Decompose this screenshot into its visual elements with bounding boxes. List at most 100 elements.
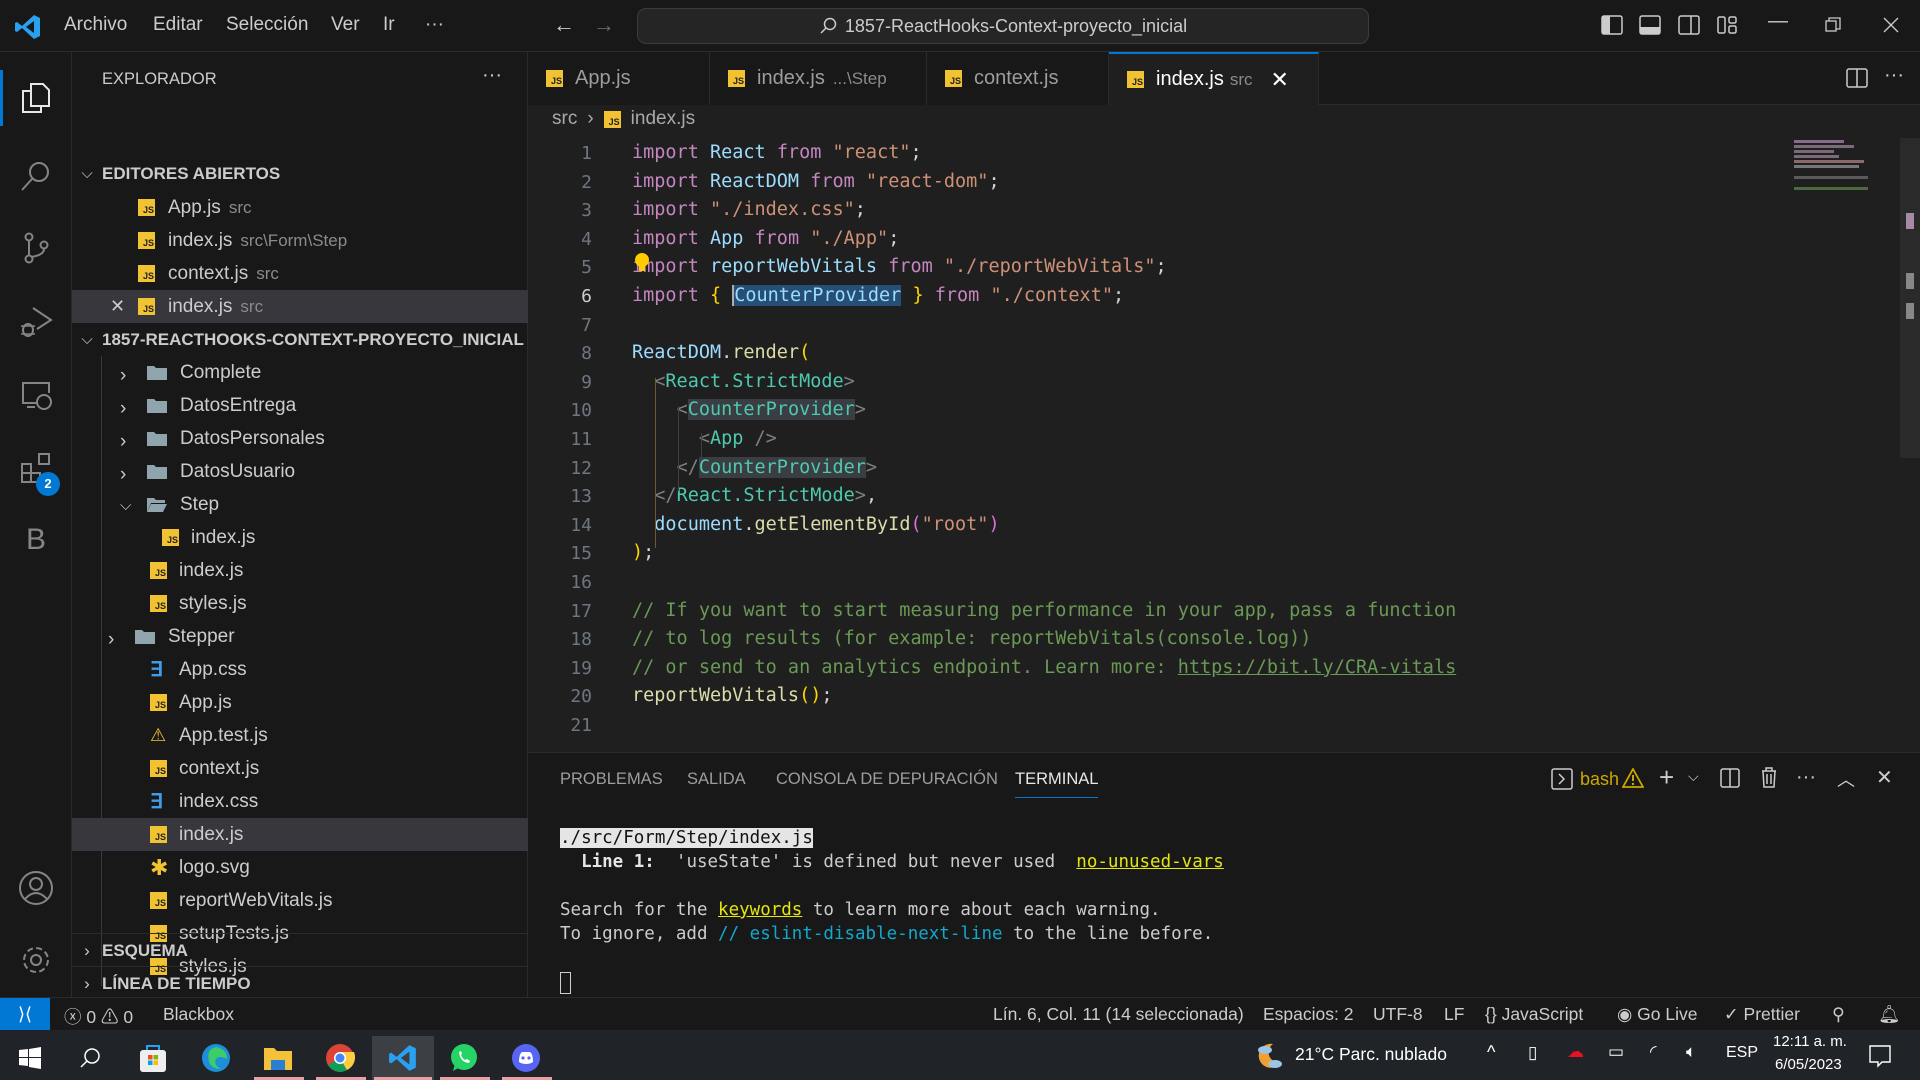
close-tab-icon[interactable]: ✕ <box>1270 67 1288 93</box>
activity-explorer[interactable] <box>0 62 72 134</box>
activity-source-control[interactable] <box>0 212 72 284</box>
notifications-bell-icon[interactable]: 🔔︎ <box>1878 1004 1900 1025</box>
panel-tab-debug-console[interactable]: CONSOLA DE DEPURACIÓN <box>776 770 998 789</box>
menu-ver[interactable]: Ver <box>331 14 360 36</box>
tree-item[interactable]: ∃ App.css <box>72 653 528 686</box>
split-terminal-icon[interactable] <box>1720 768 1740 788</box>
open-editor-item[interactable]: JS index.js src\Form\Step <box>72 224 528 257</box>
prettier[interactable]: ✓ Prettier <box>1724 1004 1800 1025</box>
breadcrumb-folder[interactable]: src <box>552 108 577 130</box>
vertical-scrollbar[interactable] <box>1900 138 1920 458</box>
menu-ir[interactable]: Ir <box>383 14 395 36</box>
code-line[interactable]: // to log results (for example: reportWe… <box>632 628 1311 649</box>
battery-icon[interactable]: ▭ <box>1608 1042 1624 1062</box>
panel-tab-problems[interactable]: PROBLEMAS <box>560 770 663 789</box>
maximize-panel-icon[interactable]: ︿ <box>1837 766 1855 792</box>
explorer-more-button[interactable]: ··· <box>482 64 502 87</box>
customize-layout-icon[interactable] <box>1716 14 1740 36</box>
code-line[interactable]: ReactDOM.render( <box>632 342 810 363</box>
tab-context-js[interactable]: JS context.js <box>927 52 1109 105</box>
open-editor-item[interactable]: JS context.js src <box>72 257 528 290</box>
trash-icon[interactable] <box>1760 766 1778 788</box>
tree-item[interactable]: › Complete <box>72 356 528 389</box>
problems-indicator[interactable]: ⓧ 0 ⚠ 0 <box>64 1004 133 1029</box>
taskbar-whatsapp[interactable] <box>436 1036 492 1080</box>
terminal-shell-name[interactable]: bash <box>1580 769 1619 790</box>
toggle-primary-sidebar-icon[interactable] <box>1600 14 1624 36</box>
tree-item[interactable]: ⚠ App.test.js <box>72 719 528 752</box>
tree-item[interactable]: JS reportWebVitals.js <box>72 884 528 917</box>
clock-time[interactable]: 12:11 a. m. <box>1773 1033 1847 1050</box>
terminal-output[interactable]: ./src/Form/Step/index.js <box>560 828 813 848</box>
editor-more-button[interactable]: ··· <box>1884 64 1904 87</box>
end-of-line[interactable]: LF <box>1444 1004 1464 1025</box>
blackbox-status[interactable]: Blackbox <box>163 1004 234 1025</box>
tab-app-js[interactable]: JS App.js <box>528 52 710 105</box>
tree-item[interactable]: ✱ logo.svg <box>72 851 528 884</box>
tree-item[interactable]: › DatosEntrega <box>72 389 528 422</box>
tab-src-index-js[interactable]: JS index.js src ✕ <box>1109 52 1319 105</box>
new-terminal-icon[interactable]: + <box>1659 762 1674 793</box>
feedback-icon[interactable]: ⚲ <box>1832 1004 1845 1025</box>
code-line[interactable]: import ReactDOM from "react-dom"; <box>632 171 1000 192</box>
input-language[interactable]: ESP <box>1726 1044 1758 1062</box>
activity-extensions[interactable]: 2 <box>0 432 72 504</box>
tree-item[interactable]: › DatosPersonales <box>72 422 528 455</box>
close-window-icon[interactable] <box>1883 17 1899 33</box>
close-icon[interactable]: ✕ <box>110 296 138 317</box>
code-line[interactable]: reportWebVitals(); <box>632 685 833 706</box>
meet-now-icon[interactable]: ▯ <box>1528 1043 1537 1063</box>
outline-section[interactable]: › ESQUEMA <box>72 934 528 967</box>
activity-accounts[interactable] <box>0 852 72 924</box>
code-line[interactable]: </React.StrictMode>, <box>632 485 877 506</box>
minimize-icon[interactable]: — <box>1768 10 1788 33</box>
activity-search[interactable] <box>0 140 72 212</box>
close-panel-icon[interactable]: ✕ <box>1876 765 1893 790</box>
tree-item[interactable]: ⌵ Step <box>72 488 528 521</box>
open-editors-header[interactable]: ⌵ EDITORES ABIERTOS <box>72 157 528 190</box>
code-line[interactable]: // If you want to start measuring perfor… <box>632 600 1456 621</box>
notification-center-icon[interactable] <box>1868 1044 1892 1068</box>
taskbar-discord[interactable] <box>498 1036 554 1080</box>
activity-blackbox[interactable]: B <box>0 504 72 576</box>
cursor-position[interactable]: Lín. 6, Col. 11 (14 seleccionada) <box>993 1004 1244 1025</box>
menu-more[interactable]: ··· <box>425 14 444 36</box>
onedrive-error-icon[interactable]: ☁︎ <box>1567 1042 1584 1062</box>
language-mode[interactable]: {} JavaScript <box>1485 1004 1583 1025</box>
taskbar-file-explorer[interactable] <box>250 1036 306 1080</box>
toggle-secondary-sidebar-icon[interactable] <box>1677 14 1701 36</box>
code-line[interactable]: ); <box>632 542 654 563</box>
code-line[interactable]: import React from "react"; <box>632 142 922 163</box>
panel-tab-terminal[interactable]: TERMINAL <box>1015 770 1099 798</box>
go-live[interactable]: ◉ Go Live <box>1617 1004 1697 1025</box>
project-header[interactable]: ⌵ 1857-REACTHOOKS-CONTEXT-PROYECTO_INICI… <box>72 323 528 356</box>
lightbulb-icon[interactable] <box>634 252 650 274</box>
tree-item[interactable]: › Stepper <box>72 620 528 653</box>
tab-step-index-js[interactable]: JS index.js ...\Step <box>710 52 927 105</box>
weather-text[interactable]: 21°C Parc. nublado <box>1295 1044 1447 1065</box>
indentation[interactable]: Espacios: 2 <box>1263 1004 1353 1025</box>
timeline-section[interactable]: › LÍNEA DE TIEMPO <box>72 967 528 1000</box>
remote-indicator[interactable]: ⟩⟨ <box>0 998 50 1031</box>
activity-run-debug[interactable] <box>0 285 72 357</box>
breadcrumb-file[interactable]: index.js <box>631 108 695 130</box>
code-line[interactable]: import { CounterProvider } from "./conte… <box>632 285 1124 306</box>
encoding[interactable]: UTF-8 <box>1373 1004 1423 1025</box>
terminal-rule-link[interactable]: no-unused-vars <box>1076 852 1224 872</box>
chevron-down-icon[interactable]: ⌵ <box>1688 768 1699 785</box>
code-line[interactable]: import App from "./App"; <box>632 228 899 249</box>
open-editor-item[interactable]: JS App.js src <box>72 191 528 224</box>
menu-editar[interactable]: Editar <box>153 14 203 36</box>
code-line[interactable]: <CounterProvider> <box>632 399 866 421</box>
code-line[interactable]: <React.StrictMode> <box>632 371 855 392</box>
menu-seleccion[interactable]: Selección <box>226 14 308 36</box>
panel-more-button[interactable]: ··· <box>1796 766 1816 789</box>
tree-item[interactable]: JS App.js <box>72 686 528 719</box>
menu-archivo[interactable]: Archivo <box>64 14 127 36</box>
weather-icon[interactable] <box>1255 1040 1285 1070</box>
tree-item[interactable]: JS context.js <box>72 752 528 785</box>
tree-item[interactable]: JS index.js <box>72 818 528 851</box>
taskbar-edge[interactable] <box>188 1036 244 1080</box>
activity-manage[interactable] <box>0 924 72 996</box>
taskbar-chrome[interactable] <box>312 1036 368 1080</box>
